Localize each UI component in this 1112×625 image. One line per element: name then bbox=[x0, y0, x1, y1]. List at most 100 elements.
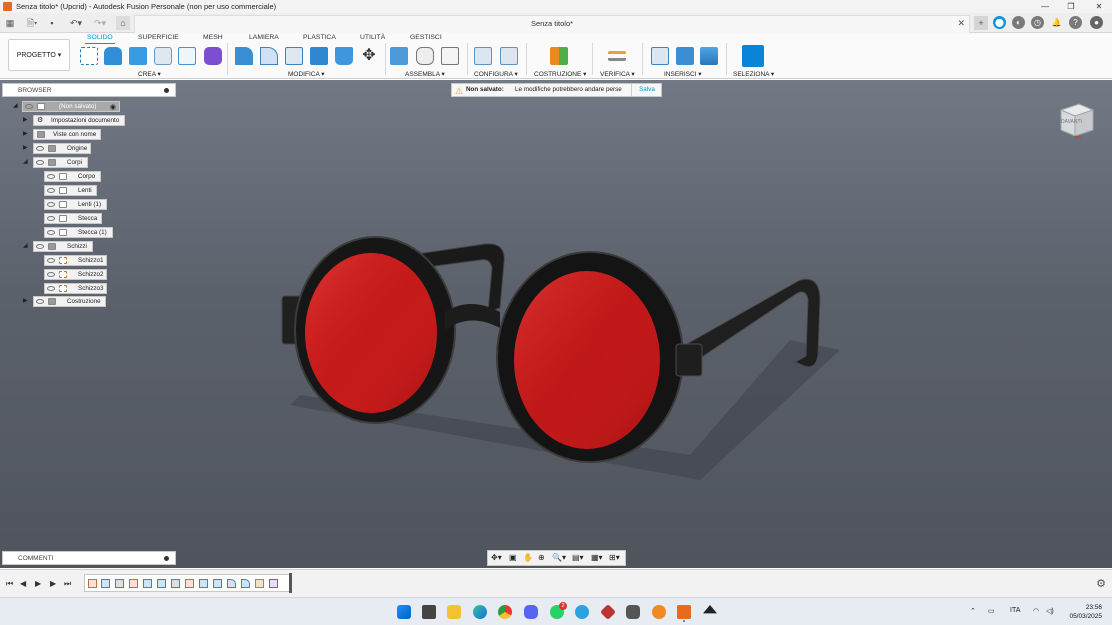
file-explorer-icon[interactable] bbox=[447, 605, 461, 619]
tree-item-stecca[interactable]: Stecca bbox=[44, 213, 102, 224]
timeline-extrude-icon[interactable] bbox=[171, 579, 180, 588]
timeline-sketch-icon[interactable] bbox=[88, 579, 97, 588]
step-forward-icon[interactable]: ▶ bbox=[50, 579, 56, 588]
tree-item-stecca-1[interactable]: Stecca (1) bbox=[44, 227, 113, 238]
timeline-extrude-icon[interactable] bbox=[101, 579, 110, 588]
settings-app-icon[interactable] bbox=[626, 605, 640, 619]
comments-panel-header[interactable]: COMMENTI bbox=[2, 551, 176, 565]
view-cube[interactable]: DAVANTI bbox=[1055, 100, 1095, 140]
timeline-sketch-icon[interactable] bbox=[185, 579, 194, 588]
expand-arrow-icon[interactable]: ▶ bbox=[23, 297, 28, 304]
tree-item-schizzi[interactable]: Schizzi bbox=[33, 241, 93, 252]
visibility-eye-icon[interactable] bbox=[47, 258, 55, 263]
measure-icon[interactable] bbox=[608, 51, 626, 61]
group-assembla[interactable]: ASSEMBLA ▾ bbox=[405, 70, 445, 78]
shell-icon[interactable] bbox=[285, 47, 303, 65]
collapse-arrow-icon[interactable]: ◢ bbox=[13, 102, 18, 109]
tab-plastica[interactable]: PLASTICA bbox=[303, 34, 336, 41]
tab-superficie[interactable]: SUPERFICIE bbox=[138, 34, 179, 41]
joint-icon[interactable] bbox=[416, 47, 434, 65]
visibility-eye-icon[interactable] bbox=[47, 174, 55, 179]
new-component-icon[interactable] bbox=[390, 47, 408, 65]
visibility-eye-icon[interactable] bbox=[47, 230, 55, 235]
tree-item-viste[interactable]: Viste con nome bbox=[33, 129, 101, 140]
group-verifica[interactable]: VERIFICA ▾ bbox=[600, 70, 635, 78]
tree-item-origine[interactable]: Origine bbox=[33, 143, 91, 154]
timeline-fillet-icon[interactable] bbox=[241, 579, 250, 588]
timeline-extrude-icon[interactable] bbox=[213, 579, 222, 588]
expand-arrow-icon[interactable]: ▶ bbox=[23, 144, 28, 151]
edge-browser-icon[interactable] bbox=[473, 605, 487, 619]
document-tab[interactable]: Senza titolo* ✕ bbox=[134, 15, 970, 33]
fillet-icon[interactable] bbox=[260, 47, 278, 65]
visibility-eye-icon[interactable] bbox=[47, 216, 55, 221]
look-at-icon[interactable]: ▣ bbox=[509, 553, 517, 562]
tree-item-schizzo1[interactable]: Schizzo1 bbox=[44, 255, 107, 266]
pin-icon[interactable] bbox=[164, 88, 169, 93]
extrude-icon[interactable] bbox=[104, 47, 122, 65]
clock[interactable]: 23:56 05/03/2025 bbox=[1069, 603, 1102, 621]
visibility-eye-icon[interactable] bbox=[36, 160, 44, 165]
user-avatar[interactable]: ● bbox=[1090, 16, 1103, 29]
help-icon[interactable]: ? bbox=[1069, 16, 1082, 29]
browser-panel-header[interactable]: BROWSER bbox=[2, 83, 176, 97]
press-pull-icon[interactable] bbox=[235, 47, 253, 65]
move-icon[interactable]: ✥ bbox=[360, 47, 378, 65]
group-crea[interactable]: CREA ▾ bbox=[138, 70, 161, 78]
as-built-joint-icon[interactable] bbox=[441, 47, 459, 65]
parameters-icon[interactable] bbox=[474, 47, 492, 65]
blender-icon[interactable] bbox=[652, 605, 666, 619]
online-status-icon[interactable]: ◐ bbox=[1012, 16, 1025, 29]
configure-table-icon[interactable] bbox=[500, 47, 518, 65]
group-costruzione[interactable]: COSTRUZIONE ▾ bbox=[534, 70, 586, 78]
tab-mesh[interactable]: MESH bbox=[203, 34, 223, 41]
pan-icon[interactable]: ✋ bbox=[523, 553, 533, 562]
play-icon[interactable]: ▶ bbox=[35, 579, 41, 588]
maximize-button[interactable]: ❐ bbox=[1058, 0, 1084, 13]
timeline-features[interactable] bbox=[84, 573, 292, 593]
insert-mesh-icon[interactable] bbox=[676, 47, 694, 65]
tree-item-schizzo3[interactable]: Schizzo3 bbox=[44, 283, 107, 294]
tray-overflow-icon[interactable]: ⌃ bbox=[970, 607, 976, 615]
box-icon[interactable] bbox=[129, 47, 147, 65]
unity-icon[interactable] bbox=[703, 605, 717, 614]
telegram-icon[interactable] bbox=[575, 605, 589, 619]
discord-icon[interactable] bbox=[524, 605, 538, 619]
step-back-icon[interactable]: ◀ bbox=[20, 579, 26, 588]
project-button[interactable]: PROGETTO ▾ bbox=[8, 39, 70, 71]
timeline-settings-gear-icon[interactable]: ⚙ bbox=[1096, 577, 1106, 590]
visibility-eye-icon[interactable] bbox=[47, 188, 55, 193]
tree-item-corpo[interactable]: Corpo bbox=[44, 171, 101, 182]
tab-solido[interactable]: SOLIDO bbox=[85, 34, 115, 44]
scale-icon[interactable] bbox=[335, 47, 353, 65]
expand-arrow-icon[interactable]: ▶ bbox=[23, 130, 28, 137]
data-panel-grid-icon[interactable]: ▦ bbox=[4, 16, 16, 30]
timeline-mirror-icon[interactable] bbox=[255, 579, 264, 588]
group-modifica[interactable]: MODIFICA ▾ bbox=[288, 70, 325, 78]
timeline-marker[interactable] bbox=[289, 573, 292, 593]
tree-item-impostazioni[interactable]: ⚙ Impostazioni documento bbox=[33, 115, 125, 126]
tree-item-lenti[interactable]: Lenti bbox=[44, 185, 97, 196]
tree-item-lenti-1[interactable]: Lenti (1) bbox=[44, 199, 107, 210]
volume-icon[interactable]: ◁) bbox=[1046, 607, 1054, 615]
go-to-end-icon[interactable]: ⏭ bbox=[64, 579, 71, 589]
hole-icon[interactable] bbox=[154, 47, 172, 65]
browser-root[interactable]: (Non salvato) ◉ bbox=[22, 101, 120, 112]
git-icon[interactable] bbox=[600, 604, 616, 620]
canvas-viewport[interactable] bbox=[0, 80, 1112, 568]
insert-derive-icon[interactable] bbox=[651, 47, 669, 65]
visibility-eye-icon[interactable] bbox=[36, 299, 44, 304]
expand-arrow-icon[interactable]: ▶ bbox=[23, 116, 28, 123]
visibility-eye-icon[interactable] bbox=[36, 146, 44, 151]
file-menu-icon[interactable]: 🗎▾ bbox=[22, 16, 42, 30]
go-to-start-icon[interactable]: ⏮ bbox=[6, 579, 13, 589]
display-settings-icon[interactable]: ▤▾ bbox=[572, 553, 584, 562]
timeline-extrude-icon[interactable] bbox=[143, 579, 152, 588]
extensions-icon[interactable]: ⬤ bbox=[993, 16, 1006, 29]
chrome-browser-icon[interactable] bbox=[498, 605, 512, 619]
tab-lamiera[interactable]: LAMIERA bbox=[249, 34, 279, 41]
visibility-eye-icon[interactable] bbox=[36, 244, 44, 249]
timeline-extrude-icon[interactable] bbox=[199, 579, 208, 588]
viewports-icon[interactable]: ⊞▾ bbox=[609, 553, 620, 562]
timeline-combine-icon[interactable] bbox=[269, 579, 278, 588]
